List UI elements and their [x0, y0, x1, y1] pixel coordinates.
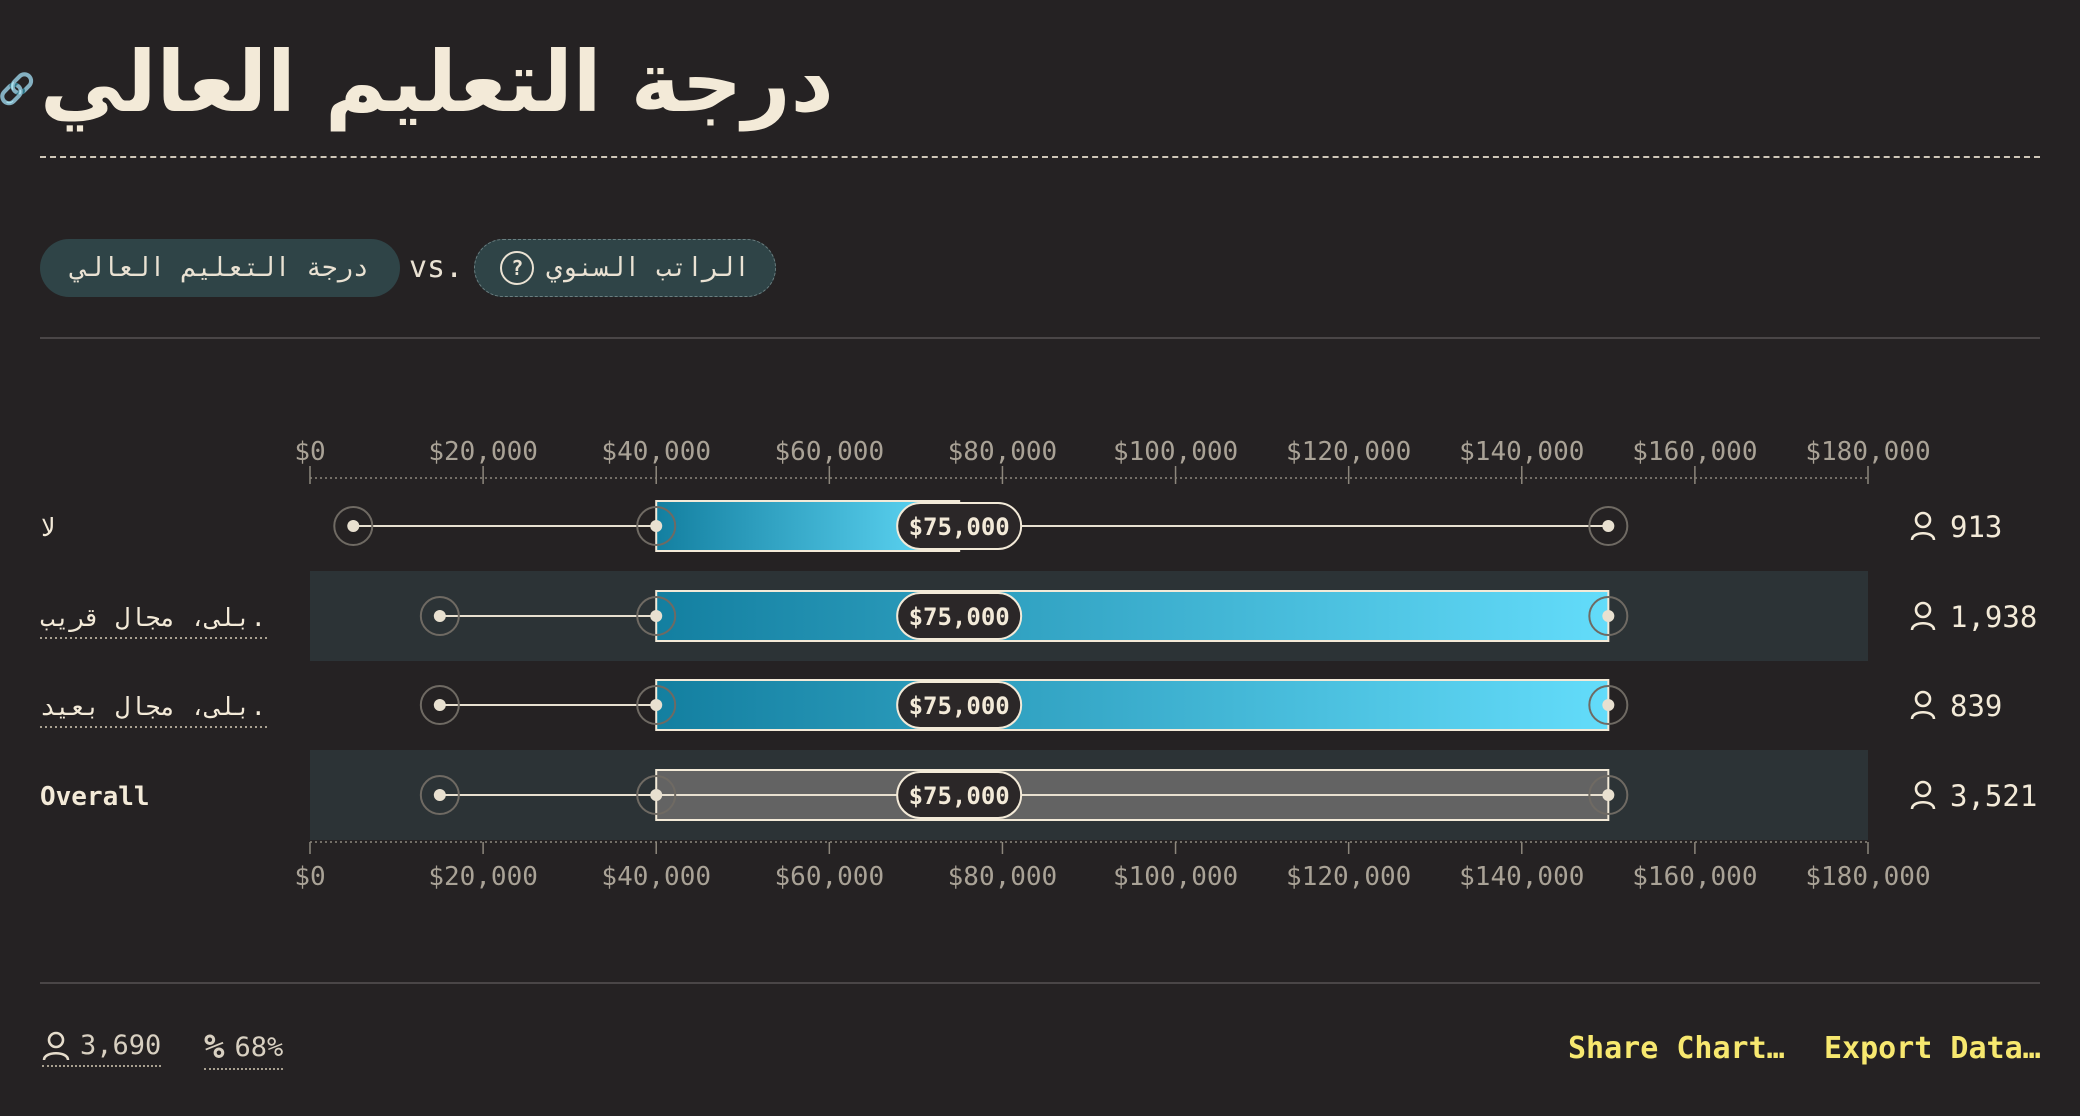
max-marker	[1602, 520, 1615, 532]
min-marker	[433, 610, 446, 622]
user-icon-head	[1914, 601, 1932, 619]
user-icon-body	[1910, 621, 1936, 631]
user-icon-head	[1914, 690, 1932, 708]
median-label: $75,000	[909, 513, 1010, 541]
axis-tick-label: $160,000	[1632, 437, 1757, 467]
axis-tick-label: $80,000	[948, 437, 1058, 467]
axis-tick-label: $100,000	[1113, 862, 1238, 892]
axis-tick-label: $0	[294, 862, 325, 892]
min-marker	[433, 699, 446, 711]
percent-icon: %	[204, 1027, 225, 1067]
axis-tick-label: $120,000	[1286, 862, 1411, 892]
axis-tick-label: $40,000	[601, 862, 711, 892]
category-label: لا	[40, 513, 55, 542]
user-icon-body	[1910, 800, 1936, 810]
footer-divider	[40, 982, 2040, 984]
axis-tick-label: $20,000	[428, 862, 538, 892]
box-row: لا $75,000 913	[40, 500, 2002, 552]
user-icon	[42, 1031, 70, 1060]
category-label: بلى، مجال قريب.	[40, 603, 266, 632]
respondent-count: 3,521	[1950, 779, 2037, 813]
axis-tick-label: $80,000	[948, 862, 1058, 892]
max-marker	[1602, 610, 1615, 622]
axis-tick-label: $180,000	[1805, 437, 1930, 467]
share-chart-button[interactable]: Share Chart…	[1568, 1031, 1785, 1066]
user-icon	[1910, 690, 1936, 720]
min-marker	[433, 789, 446, 801]
axis-tick-label: $60,000	[775, 437, 885, 467]
max-marker	[1602, 699, 1615, 711]
median-label: $75,000	[909, 603, 1010, 631]
category-label: Overall	[40, 782, 150, 812]
percent-stat[interactable]: % 68%	[204, 1027, 284, 1070]
q1-marker	[650, 520, 663, 532]
respondents-stat[interactable]: 3,690	[42, 1030, 162, 1067]
user-icon	[1910, 601, 1936, 631]
category-label: بلى، مجال بعيد.	[40, 692, 266, 721]
iqr-box	[655, 590, 1610, 642]
axis-tick-label: $20,000	[428, 437, 538, 467]
iqr-box	[655, 679, 1610, 731]
axis-tick-label: $0	[294, 437, 325, 467]
respondents-count: 3,690	[80, 1030, 162, 1061]
axis-tick-label: $120,000	[1286, 437, 1411, 467]
axis-tick-label: $40,000	[601, 437, 711, 467]
axis-tick-label: $160,000	[1632, 862, 1757, 892]
user-icon-body	[1910, 710, 1936, 720]
respondent-count: 1,938	[1950, 600, 2037, 634]
median-label: $75,000	[909, 782, 1010, 810]
q1-marker	[650, 610, 663, 622]
axis-tick-label: $180,000	[1805, 862, 1930, 892]
user-icon-head	[1914, 780, 1932, 798]
respondent-count: 913	[1950, 510, 2002, 544]
median-label: $75,000	[909, 692, 1010, 720]
min-marker	[347, 520, 360, 532]
export-data-button[interactable]: Export Data…	[1824, 1031, 2041, 1066]
user-icon	[1910, 780, 1936, 810]
q1-marker	[650, 699, 663, 711]
axis-tick-label: $140,000	[1459, 437, 1584, 467]
salary-box-chart: $0 $20,000 $40,000 $60,000 $80,000 $100,000 $1…	[40, 437, 2037, 892]
user-icon	[1910, 511, 1936, 541]
box-row: بلى، مجال بعيد. $75,000 839	[40, 679, 2002, 731]
respondent-count: 839	[1950, 689, 2002, 723]
axis-tick-label: $60,000	[775, 862, 885, 892]
q1-marker	[650, 789, 663, 801]
axis-tick-label: $100,000	[1113, 437, 1238, 467]
axis-tick-label: $140,000	[1459, 862, 1584, 892]
user-icon-body	[1910, 531, 1936, 541]
max-marker	[1602, 789, 1615, 801]
percent-value: 68%	[234, 1031, 284, 1063]
user-icon-head	[1914, 511, 1932, 529]
